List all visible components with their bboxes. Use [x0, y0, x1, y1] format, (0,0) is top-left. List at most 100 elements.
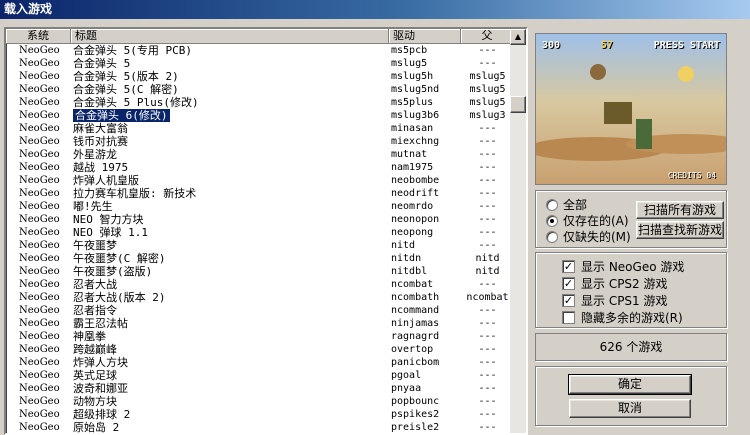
row-parent-text: nitd: [475, 266, 500, 277]
show-option[interactable]: ✓ 显示 NeoGeo 游戏: [562, 258, 684, 275]
row-parent: ---: [461, 187, 514, 200]
radio-missing-indicator[interactable]: [546, 230, 558, 243]
table-row[interactable]: NeoGeo 霸王忍法帖 ninjamas ---: [6, 317, 514, 330]
row-parent-text: mslug3: [469, 110, 506, 121]
row-system-text: NeoGeo: [19, 331, 60, 342]
radio-available-indicator[interactable]: [546, 214, 558, 227]
show-option[interactable]: ✓ 显示 CPS2 游戏: [562, 275, 668, 292]
table-row[interactable]: NeoGeo 忍者指令 ncommand ---: [6, 304, 514, 317]
column-driver[interactable]: 驱动: [389, 29, 461, 44]
row-system: NeoGeo: [6, 148, 71, 161]
table-row[interactable]: NeoGeo 拉力赛车机皇版: 新技术 neodrift ---: [6, 187, 514, 200]
table-row[interactable]: NeoGeo 英式足球 pgoal ---: [6, 369, 514, 382]
column-parent[interactable]: 父: [461, 29, 514, 44]
scroll-up-arrow-icon[interactable]: ▲: [510, 29, 526, 45]
table-row[interactable]: NeoGeo 炸弹人机皇版 neobombe ---: [6, 174, 514, 187]
radio-available-label: 仅存在的(A): [563, 214, 629, 228]
row-system: NeoGeo: [6, 83, 71, 96]
row-parent: ncombat: [461, 291, 514, 304]
table-row[interactable]: NeoGeo 合金弹头 5(版本 2) mslug5h mslug5: [6, 70, 514, 83]
checkbox[interactable]: [562, 311, 575, 324]
column-system[interactable]: 系统: [6, 29, 71, 44]
table-row[interactable]: NeoGeo NEO 智力方块 neonopon ---: [6, 213, 514, 226]
row-system-text: NeoGeo: [19, 396, 60, 407]
row-parent-text: ---: [478, 240, 497, 251]
row-driver-text: mslug5: [391, 58, 428, 69]
row-parent: ---: [461, 278, 514, 291]
row-parent-text: ncombat: [466, 292, 509, 303]
row-driver-text: ms5plus: [391, 97, 434, 108]
table-row[interactable]: NeoGeo 午夜噩梦 nitd ---: [6, 239, 514, 252]
row-title-text: 动物方块: [73, 395, 117, 408]
row-system: NeoGeo: [6, 213, 71, 226]
row-system: NeoGeo: [6, 44, 71, 57]
row-system-text: NeoGeo: [19, 110, 60, 121]
radio-missing[interactable]: 仅缺失的(M): [546, 228, 631, 245]
table-row[interactable]: NeoGeo 忍者大战 ncombat ---: [6, 278, 514, 291]
game-list[interactable]: 系统 标题 驱动 父 NeoGeo 合金弹头 5(专用 PCB) ms5pcb ---…: [4, 27, 528, 435]
checkbox[interactable]: ✓: [562, 277, 575, 290]
scan-new-button[interactable]: 扫描查找新游戏: [636, 221, 724, 239]
checkbox[interactable]: ✓: [562, 294, 575, 307]
row-system-text: NeoGeo: [19, 162, 60, 173]
table-row[interactable]: NeoGeo 嘟!先生 neomrdo ---: [6, 200, 514, 213]
row-driver-text: mslug5h: [391, 71, 434, 82]
table-row[interactable]: NeoGeo 午夜噩梦(盗版) nitdbl nitd: [6, 265, 514, 278]
table-row[interactable]: NeoGeo 钱币对抗赛 miexchng ---: [6, 135, 514, 148]
table-row[interactable]: NeoGeo 外星游龙 mutnat ---: [6, 148, 514, 161]
row-parent: ---: [461, 356, 514, 369]
row-parent: nitd: [461, 265, 514, 278]
table-row[interactable]: NeoGeo 波奇和娜亚 pnyaa ---: [6, 382, 514, 395]
table-row[interactable]: NeoGeo 原始岛 2 preisle2 ---: [6, 421, 514, 433]
row-driver-text: nitdbl: [391, 266, 428, 277]
row-system: NeoGeo: [6, 161, 71, 174]
row-driver: pgoal: [389, 369, 461, 382]
row-parent: mslug5: [461, 70, 514, 83]
table-row[interactable]: NeoGeo 超级排球 2 pspikes2 ---: [6, 408, 514, 421]
table-row[interactable]: NeoGeo 忍者大战(版本 2) ncombath ncombat: [6, 291, 514, 304]
row-title: 跨越巅峰: [71, 343, 389, 356]
vertical-scrollbar[interactable]: ▲: [510, 29, 526, 433]
row-parent-text: nitd: [475, 253, 500, 264]
table-row[interactable]: NeoGeo 跨越巅峰 overtop ---: [6, 343, 514, 356]
table-row[interactable]: NeoGeo 合金弹头 6(修改) mslug3b6 mslug3: [6, 109, 514, 122]
radio-available[interactable]: 仅存在的(A): [546, 212, 629, 229]
table-row[interactable]: NeoGeo 合金弹头 5 mslug5 ---: [6, 57, 514, 70]
table-row[interactable]: NeoGeo 动物方块 popbounc ---: [6, 395, 514, 408]
row-parent-text: ---: [478, 383, 497, 394]
radio-all-indicator[interactable]: [546, 198, 558, 211]
table-row[interactable]: NeoGeo NEO 弹球 1.1 neopong ---: [6, 226, 514, 239]
row-parent: ---: [461, 369, 514, 382]
row-title-text: 忍者指令: [73, 304, 117, 317]
row-driver-text: ninjamas: [391, 318, 440, 329]
table-row[interactable]: NeoGeo 炸弹人方块 panicbom ---: [6, 356, 514, 369]
row-driver-text: ncombath: [391, 292, 440, 303]
table-row[interactable]: NeoGeo 午夜噩梦(C 解密) nitdn nitd: [6, 252, 514, 265]
scroll-thumb[interactable]: [510, 96, 526, 113]
radio-all[interactable]: 全部: [546, 196, 587, 213]
show-option[interactable]: 隐藏多余的游戏(R): [562, 309, 683, 326]
table-row[interactable]: NeoGeo 麻雀大富翁 minasan ---: [6, 122, 514, 135]
show-option[interactable]: ✓ 显示 CPS1 游戏: [562, 292, 668, 309]
table-row[interactable]: NeoGeo 合金弹头 5 Plus(修改) ms5plus mslug5: [6, 96, 514, 109]
row-driver: ncommand: [389, 304, 461, 317]
row-driver: overtop: [389, 343, 461, 356]
table-row[interactable]: NeoGeo 合金弹头 5(C 解密) mslug5nd mslug5: [6, 83, 514, 96]
column-title[interactable]: 标题: [71, 29, 389, 44]
row-driver: pspikes2: [389, 408, 461, 421]
cancel-button[interactable]: 取消: [569, 399, 691, 418]
row-driver-text: ms5pcb: [391, 45, 428, 56]
row-title: 波奇和娜亚: [71, 382, 389, 395]
row-title-text: 拉力赛车机皇版: 新技术: [73, 187, 197, 200]
row-driver-text: ragnagrd: [391, 331, 440, 342]
table-row[interactable]: NeoGeo 越战 1975 nam1975 ---: [6, 161, 514, 174]
scan-all-button[interactable]: 扫描所有游戏: [636, 201, 724, 219]
table-row[interactable]: NeoGeo 合金弹头 5(专用 PCB) ms5pcb ---: [6, 44, 514, 57]
table-row[interactable]: NeoGeo 神凰拳 ragnagrd ---: [6, 330, 514, 343]
ok-button[interactable]: 确定: [568, 374, 692, 395]
row-driver: minasan: [389, 122, 461, 135]
row-system: NeoGeo: [6, 356, 71, 369]
checkbox[interactable]: ✓: [562, 260, 575, 273]
row-parent: ---: [461, 421, 514, 433]
row-title-text: 麻雀大富翁: [73, 122, 128, 135]
